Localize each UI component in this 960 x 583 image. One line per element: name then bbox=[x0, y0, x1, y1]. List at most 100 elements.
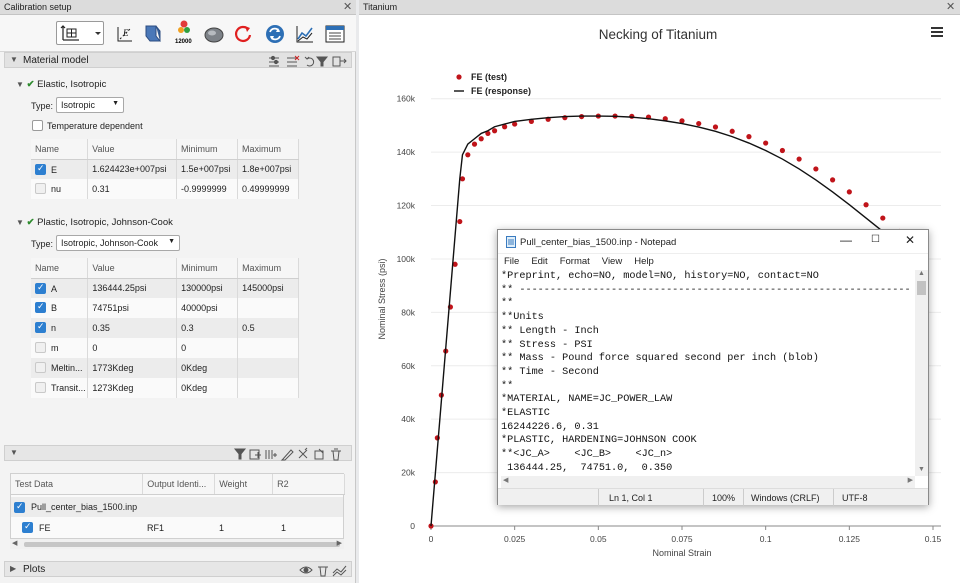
col-maximum[interactable]: Maximum bbox=[237, 258, 299, 279]
sync-icon[interactable] bbox=[264, 23, 286, 45]
param-checkbox-e[interactable] bbox=[35, 163, 46, 175]
collapse-arrow-icon[interactable]: ▼ bbox=[16, 80, 24, 89]
notepad-text-area[interactable]: *Preprint, echo=NO, model=NO, history=NO… bbox=[501, 270, 915, 476]
param-min[interactable]: 130000psi bbox=[176, 278, 239, 298]
scrollbar-thumb[interactable] bbox=[24, 542, 340, 547]
test-data-tools-icon[interactable] bbox=[233, 447, 351, 461]
titanium-tab[interactable]: Titanium bbox=[363, 2, 397, 12]
maximize-icon[interactable]: ☐ bbox=[871, 234, 880, 245]
menu-help[interactable]: Help bbox=[634, 256, 654, 267]
plot-chart-icon[interactable] bbox=[294, 23, 316, 45]
param-checkbox-melting[interactable] bbox=[35, 362, 46, 373]
chart-menu-bar[interactable] bbox=[931, 31, 943, 33]
param-max[interactable]: 145000psi bbox=[237, 278, 299, 298]
table-row[interactable]: n 0.35 0.3 0.5 bbox=[31, 318, 299, 338]
param-max[interactable]: 0.49999999 bbox=[237, 179, 299, 199]
chart-menu-bar[interactable] bbox=[931, 27, 943, 29]
param-value[interactable]: 1773Kdeg bbox=[87, 358, 178, 378]
minimize-icon[interactable]: — bbox=[840, 233, 852, 247]
part-shape-icon[interactable] bbox=[203, 23, 225, 45]
table-row[interactable]: B 74751psi 40000psi bbox=[31, 298, 299, 318]
col-name[interactable]: Name bbox=[31, 139, 89, 160]
close-icon[interactable]: ✕ bbox=[946, 0, 955, 13]
table-row[interactable]: Transit... 1273Kdeg 0Kdeg bbox=[31, 378, 299, 398]
param-min[interactable]: 0Kdeg bbox=[176, 358, 239, 378]
param-value[interactable]: 0 bbox=[87, 338, 178, 358]
material-model-tools-icon[interactable] bbox=[267, 54, 349, 68]
collapse-arrow-icon[interactable]: ▼ bbox=[10, 448, 18, 457]
file-row[interactable]: Pull_center_bias_1500.inp bbox=[11, 497, 343, 517]
reset-icon[interactable] bbox=[232, 23, 254, 45]
param-min[interactable]: 1.5e+007psi bbox=[176, 159, 238, 179]
param-max[interactable]: 1.8e+007psi bbox=[237, 159, 299, 179]
table-row[interactable]: A 136444.25psi 130000psi 145000psi bbox=[31, 278, 299, 298]
elastic-strain-icon[interactable]: E bbox=[114, 23, 136, 45]
boundary-condition-icon[interactable] bbox=[142, 23, 164, 45]
param-checkbox-b[interactable] bbox=[35, 301, 46, 313]
plots-header[interactable]: ▶ Plots bbox=[4, 561, 352, 577]
file-checkbox[interactable] bbox=[14, 501, 25, 513]
horizontal-scrollbar[interactable]: ◀ ▶ bbox=[501, 476, 915, 488]
table-view-icon[interactable] bbox=[324, 23, 346, 45]
test-data-header[interactable]: ▼ bbox=[4, 445, 352, 461]
table-row[interactable]: Meltin... 1773Kdeg 0Kdeg bbox=[31, 358, 299, 378]
param-checkbox-nu[interactable] bbox=[35, 183, 46, 194]
horizontal-scrollbar[interactable]: ◀ ▶ bbox=[10, 539, 344, 549]
param-max[interactable] bbox=[237, 378, 299, 398]
expand-arrow-icon[interactable]: ▶ bbox=[10, 564, 16, 573]
chart-menu-bar[interactable] bbox=[931, 35, 943, 37]
table-row[interactable]: E 1.624423e+007psi 1.5e+007psi 1.8e+007p… bbox=[31, 159, 299, 179]
plastic-type-select[interactable]: Isotropic, Johnson-Cook ▼ bbox=[56, 235, 180, 251]
param-min[interactable]: 40000psi bbox=[176, 298, 239, 318]
param-value[interactable]: 136444.25psi bbox=[87, 278, 178, 298]
chart-menu-icon[interactable] bbox=[931, 27, 943, 37]
param-min[interactable]: 0Kdeg bbox=[176, 378, 239, 398]
param-checkbox-n[interactable] bbox=[35, 321, 46, 333]
col-name[interactable]: Name bbox=[31, 258, 89, 279]
param-min[interactable]: 0 bbox=[176, 338, 239, 358]
param-value[interactable]: 0.35 bbox=[87, 318, 178, 338]
col-value[interactable]: Value bbox=[87, 258, 178, 279]
collapse-arrow-icon[interactable]: ▼ bbox=[16, 218, 24, 227]
elastic-type-select[interactable]: Isotropic ▼ bbox=[56, 97, 124, 113]
col-maximum[interactable]: Maximum bbox=[237, 139, 299, 160]
col-minimum[interactable]: Minimum bbox=[176, 139, 238, 160]
table-row[interactable]: FE RF1 1 1 bbox=[11, 517, 343, 537]
plastic-johnson-cook-group[interactable]: ▼ ✔ Plastic, Isotropic, Johnson-Cook bbox=[16, 217, 173, 228]
param-value[interactable]: 1.624423e+007psi bbox=[87, 159, 178, 179]
param-value[interactable]: 0.31 bbox=[87, 179, 178, 199]
col-value[interactable]: Value bbox=[87, 139, 178, 160]
menu-view[interactable]: View bbox=[602, 256, 622, 267]
table-row[interactable]: nu 0.31 -0.9999999 0.49999999 bbox=[31, 179, 299, 199]
menu-format[interactable]: Format bbox=[560, 256, 590, 267]
col-minimum[interactable]: Minimum bbox=[176, 258, 239, 279]
vertical-scrollbar[interactable]: ▲ ▼ bbox=[915, 270, 928, 476]
close-icon[interactable]: ✕ bbox=[343, 0, 352, 13]
param-checkbox-m[interactable] bbox=[35, 342, 46, 353]
param-checkbox-a[interactable] bbox=[35, 282, 46, 294]
param-max[interactable] bbox=[237, 358, 299, 378]
param-max[interactable] bbox=[237, 298, 299, 318]
close-icon[interactable]: ✕ bbox=[905, 233, 915, 247]
fe-checkbox[interactable] bbox=[22, 521, 33, 533]
col-r2[interactable]: R2 bbox=[272, 474, 345, 495]
col-weight[interactable]: Weight bbox=[214, 474, 274, 495]
run-12000-icon[interactable]: 12000 bbox=[172, 20, 194, 45]
notepad-title-bar[interactable]: Pull_center_bias_1500.inp - Notepad — ☐ … bbox=[498, 230, 928, 254]
param-value[interactable]: 1273Kdeg bbox=[87, 378, 178, 398]
param-max[interactable] bbox=[237, 338, 299, 358]
menu-file[interactable]: File bbox=[504, 256, 519, 267]
material-selector-dropdown[interactable] bbox=[56, 21, 104, 45]
table-row[interactable]: m 0 0 bbox=[31, 338, 299, 358]
col-test-data[interactable]: Test Data bbox=[11, 474, 144, 495]
plots-tools-icon[interactable] bbox=[299, 563, 349, 577]
param-checkbox-transition[interactable] bbox=[35, 382, 46, 393]
elastic-isotropic-group[interactable]: ▼ ✔ Elastic, Isotropic bbox=[16, 79, 106, 90]
col-output-identifier[interactable]: Output Identi... bbox=[142, 474, 216, 495]
material-model-header[interactable]: ▼ Material model bbox=[4, 52, 352, 68]
calibration-setup-tab[interactable]: Calibration setup bbox=[4, 2, 72, 12]
menu-edit[interactable]: Edit bbox=[531, 256, 547, 267]
param-min[interactable]: -0.9999999 bbox=[176, 179, 238, 199]
scrollbar-thumb[interactable] bbox=[917, 281, 926, 295]
collapse-arrow-icon[interactable]: ▼ bbox=[10, 55, 18, 64]
